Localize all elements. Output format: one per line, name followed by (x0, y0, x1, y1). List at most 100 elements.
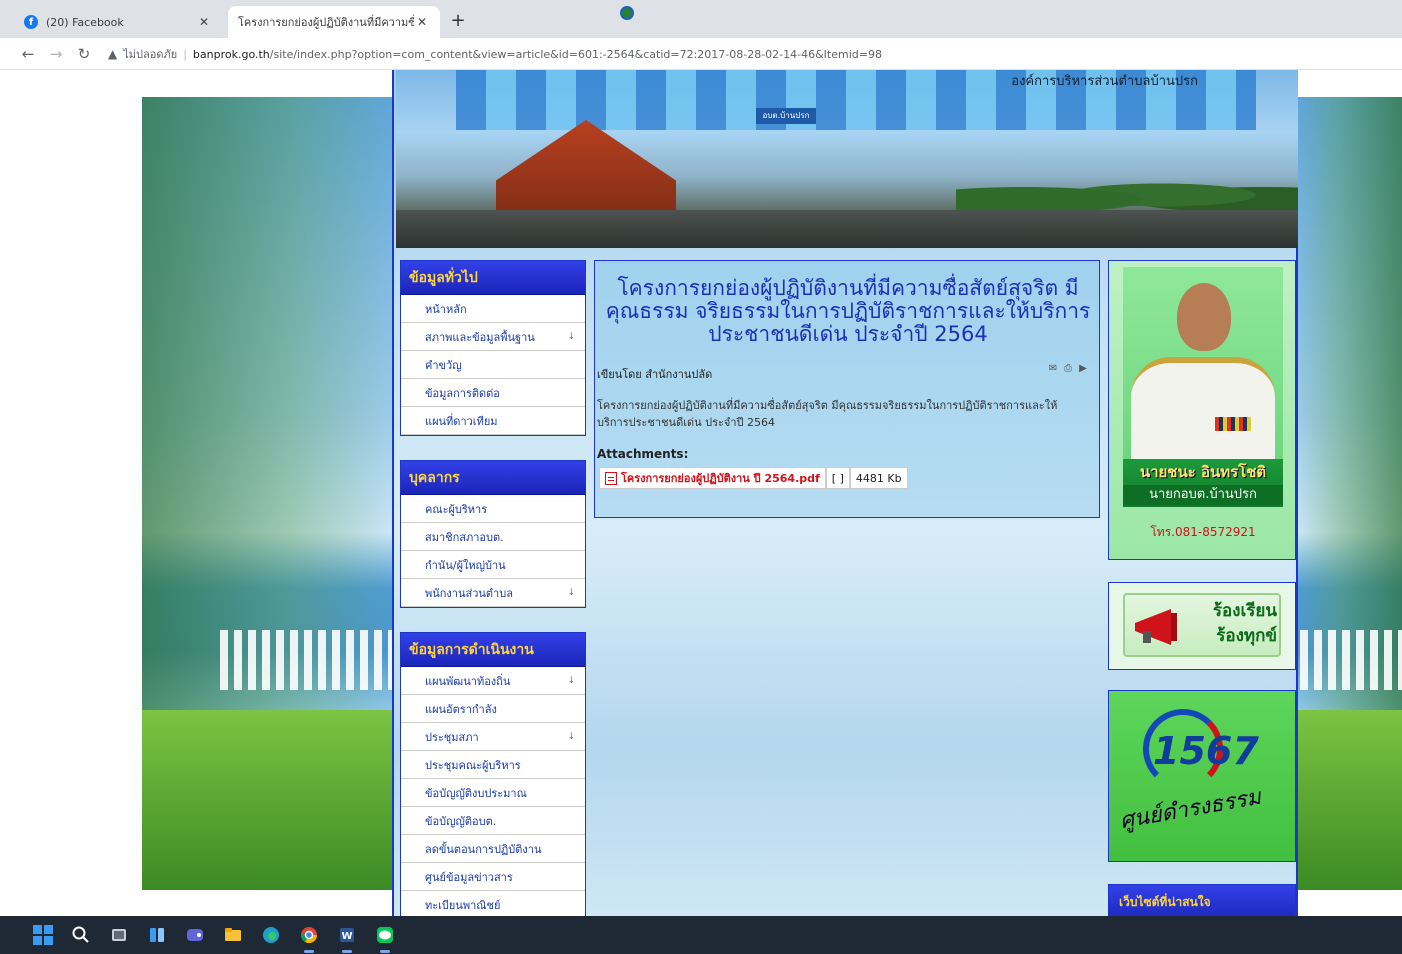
email-icon[interactable]: ✉ (1047, 363, 1059, 375)
menu-item-home[interactable]: หน้าหลัก (401, 295, 585, 323)
menu-item-label: พนักงานส่วนตำบล (425, 586, 513, 600)
search-button[interactable] (62, 916, 100, 954)
hotline-number: 1567 (1153, 729, 1259, 773)
menu-item-staffing-plan[interactable]: แผนอัตรากำลัง (401, 695, 585, 723)
article-title[interactable]: โครงการยกย่องผู้ปฏิบัติงานที่มีความซื่อส… (601, 277, 1095, 346)
menu-item-ordinance[interactable]: ข้อบัญญัติอบต. (401, 807, 585, 835)
menu-item-basic-data[interactable]: สภาพและข้อมูลพื้นฐาน ↓ (401, 323, 585, 351)
print-icon[interactable]: ⎙ (1062, 363, 1074, 375)
pdf-export-icon[interactable]: ▶ (1077, 363, 1089, 375)
complaint-button[interactable]: ร้องเรียน ร้องทุกข์ (1123, 593, 1281, 657)
article-tools: ✉ ⎙ ▶ (1047, 363, 1089, 375)
expand-arrow-icon: ↓ (567, 675, 575, 686)
menu-item-label: แผนอัตรากำลัง (425, 702, 497, 716)
search-icon (72, 926, 89, 943)
svg-text:W: W (341, 931, 352, 942)
article-body: โครงการยกย่องผู้ปฏิบัติงานที่มีความซื่อส… (597, 399, 1058, 429)
menu-item-label: คณะผู้บริหาร (425, 502, 488, 516)
attachment-link[interactable]: โครงการยกย่องผู้ปฏิบัติงาน ปี 2564.pdf (599, 467, 826, 489)
banner-signboard: อบต.บ้านปรก (756, 108, 816, 124)
reload-icon[interactable]: ↻ (74, 44, 94, 64)
url-field[interactable]: ▲ ไม่ปลอดภัย | banprok.go.th/site/index.… (108, 43, 882, 65)
menu-item-label: แผนที่ดาวเทียม (425, 414, 498, 428)
menu-item-executive-meetings[interactable]: ประชุมคณะผู้บริหาร (401, 751, 585, 779)
menu-item-info-center[interactable]: ศูนย์ข้อมูลข่าวสาร (401, 863, 585, 891)
widgets-button[interactable] (138, 916, 176, 954)
attachment-hits: [ ] (825, 467, 850, 489)
new-tab-button[interactable]: + (448, 10, 468, 31)
browser-tab-bar: f (20) Facebook ✕ โครงการยกย่องผู้ปฏิบัต… (0, 0, 1402, 38)
close-icon[interactable]: ✕ (196, 15, 212, 29)
site-emblem-icon (620, 6, 634, 20)
menu-item-commerce-registry[interactable]: ทะเบียนพาณิชย์ (401, 891, 585, 916)
tab-article[interactable]: โครงการยกย่องผู้ปฏิบัติงานที่มีความซื่อ … (228, 6, 634, 38)
chrome-browser-icon (300, 927, 318, 944)
menu-item-label: ข้อบัญญัติอบต. (425, 814, 497, 828)
windows-logo-icon (33, 925, 53, 945)
complaint-banner[interactable]: ร้องเรียน ร้องทุกข์ (1108, 582, 1296, 670)
menu-item-contact[interactable]: ข้อมูลการติดต่อ (401, 379, 585, 407)
facebook-icon: f (24, 15, 38, 29)
module-title: บุคลากร (401, 461, 585, 495)
menu-item-satellite-map[interactable]: แผนที่ดาวเทียม (401, 407, 585, 435)
menu-item-label: สภาพและข้อมูลพื้นฐาน (425, 330, 535, 344)
back-arrow-icon[interactable]: ← (18, 44, 38, 64)
interesting-links-module: เว็บไซต์ที่น่าสนใจ (1108, 884, 1296, 916)
menu-item-council-meetings[interactable]: ประชุมสภา ↓ (401, 723, 585, 751)
word-button[interactable]: W (328, 916, 366, 954)
task-view-button[interactable] (100, 916, 138, 954)
tab-facebook[interactable]: f (20) Facebook ✕ (14, 6, 222, 38)
address-bar: ← → ↻ ▲ ไม่ปลอดภัย | banprok.go.th/site/… (0, 38, 1402, 70)
security-label[interactable]: ไม่ปลอดภัย (123, 45, 177, 63)
pdf-file-icon (605, 471, 617, 485)
edge-button[interactable] (252, 916, 290, 954)
article-content: โครงการยกย่องผู้ปฏิบัติงานที่มีความซื่อส… (594, 260, 1100, 518)
menu-item-council[interactable]: สมาชิกสภาอบต. (401, 523, 585, 551)
header-banner: องค์การบริหารส่วนตำบลบ้านปรก อบต.บ้านปรก (396, 70, 1298, 248)
module-general-info: ข้อมูลทั่วไป หน้าหลัก สภาพและข้อมูลพื้นฐ… (400, 260, 586, 436)
site-container: องค์การบริหารส่วนตำบลบ้านปรก อบต.บ้านปรก… (392, 70, 1298, 916)
menu-item-motto[interactable]: คำขวัญ (401, 351, 585, 379)
menu-item-village-heads[interactable]: กำนัน/ผู้ใหญ่บ้าน (401, 551, 585, 579)
menu-item-local-plan[interactable]: แผนพัฒนาท้องถิ่น ↓ (401, 667, 585, 695)
attachment-name: โครงการยกย่องผู้ปฏิบัติงาน ปี 2564.pdf (621, 472, 820, 485)
menu-item-reduce-steps[interactable]: ลดขั้นตอนการปฏิบัติงาน (401, 835, 585, 863)
article-author: เขียนโดย สำนักงานปลัด (597, 368, 713, 381)
windows-taskbar: W (0, 916, 1402, 954)
module-title: ข้อมูลทั่วไป (401, 261, 585, 295)
menu-item-executives[interactable]: คณะผู้บริหาร (401, 495, 585, 523)
menu-item-label: ทะเบียนพาณิชย์ (425, 898, 501, 912)
fence-right (1300, 630, 1402, 690)
complaint-text: ร้องเรียน ร้องทุกข์ (1189, 599, 1277, 649)
page-viewport: องค์การบริหารส่วนตำบลบ้านปรก อบต.บ้านปรก… (0, 70, 1402, 916)
menu-item-budget-ordinance[interactable]: ข้อบัญญัติงบประมาณ (401, 779, 585, 807)
tab-title: โครงการยกย่องผู้ปฏิบัติงานที่มีความซื่อ (238, 16, 414, 29)
expand-arrow-icon: ↓ (567, 731, 575, 742)
menu-item-staff[interactable]: พนักงานส่วนตำบล ↓ (401, 579, 585, 607)
menu-item-label: คำขวัญ (425, 358, 462, 372)
menu-item-label: ประชุมคณะผู้บริหาร (425, 758, 521, 772)
file-explorer-button[interactable] (214, 916, 252, 954)
executive-nameplate: นายชนะ อินทรโชติ นายกอบต.บ้านปรก (1123, 459, 1283, 507)
edge-browser-icon (263, 927, 279, 943)
forward-arrow-icon[interactable]: → (46, 44, 66, 64)
warning-icon[interactable]: ▲ (108, 47, 117, 61)
module-personnel: บุคลากร คณะผู้บริหาร สมาชิกสภาอบต. กำนัน… (400, 460, 586, 608)
line-app-icon (377, 927, 393, 943)
chat-button[interactable] (176, 916, 214, 954)
grass-right (1298, 710, 1402, 890)
line-button[interactable] (366, 916, 404, 954)
menu-item-label: ประชุมสภา (425, 730, 479, 744)
start-button[interactable] (24, 916, 62, 954)
chat-icon (187, 929, 203, 941)
executive-profile: นายชนะ อินทรโชติ นายกอบต.บ้านปรก โทร.081… (1108, 260, 1296, 560)
fence-left (220, 630, 392, 690)
damrongdhama-center-banner[interactable]: 1567 ศูนย์ดำรงธรรม (1108, 690, 1296, 862)
folder-icon (225, 928, 241, 941)
expand-arrow-icon: ↓ (567, 587, 575, 598)
attachment-size: 4481 Kb (849, 467, 908, 489)
url-separator: | (183, 47, 187, 61)
chrome-button[interactable] (290, 916, 328, 954)
close-icon[interactable]: ✕ (414, 15, 430, 29)
executive-phone: โทร.081-8572921 (1150, 525, 1256, 539)
